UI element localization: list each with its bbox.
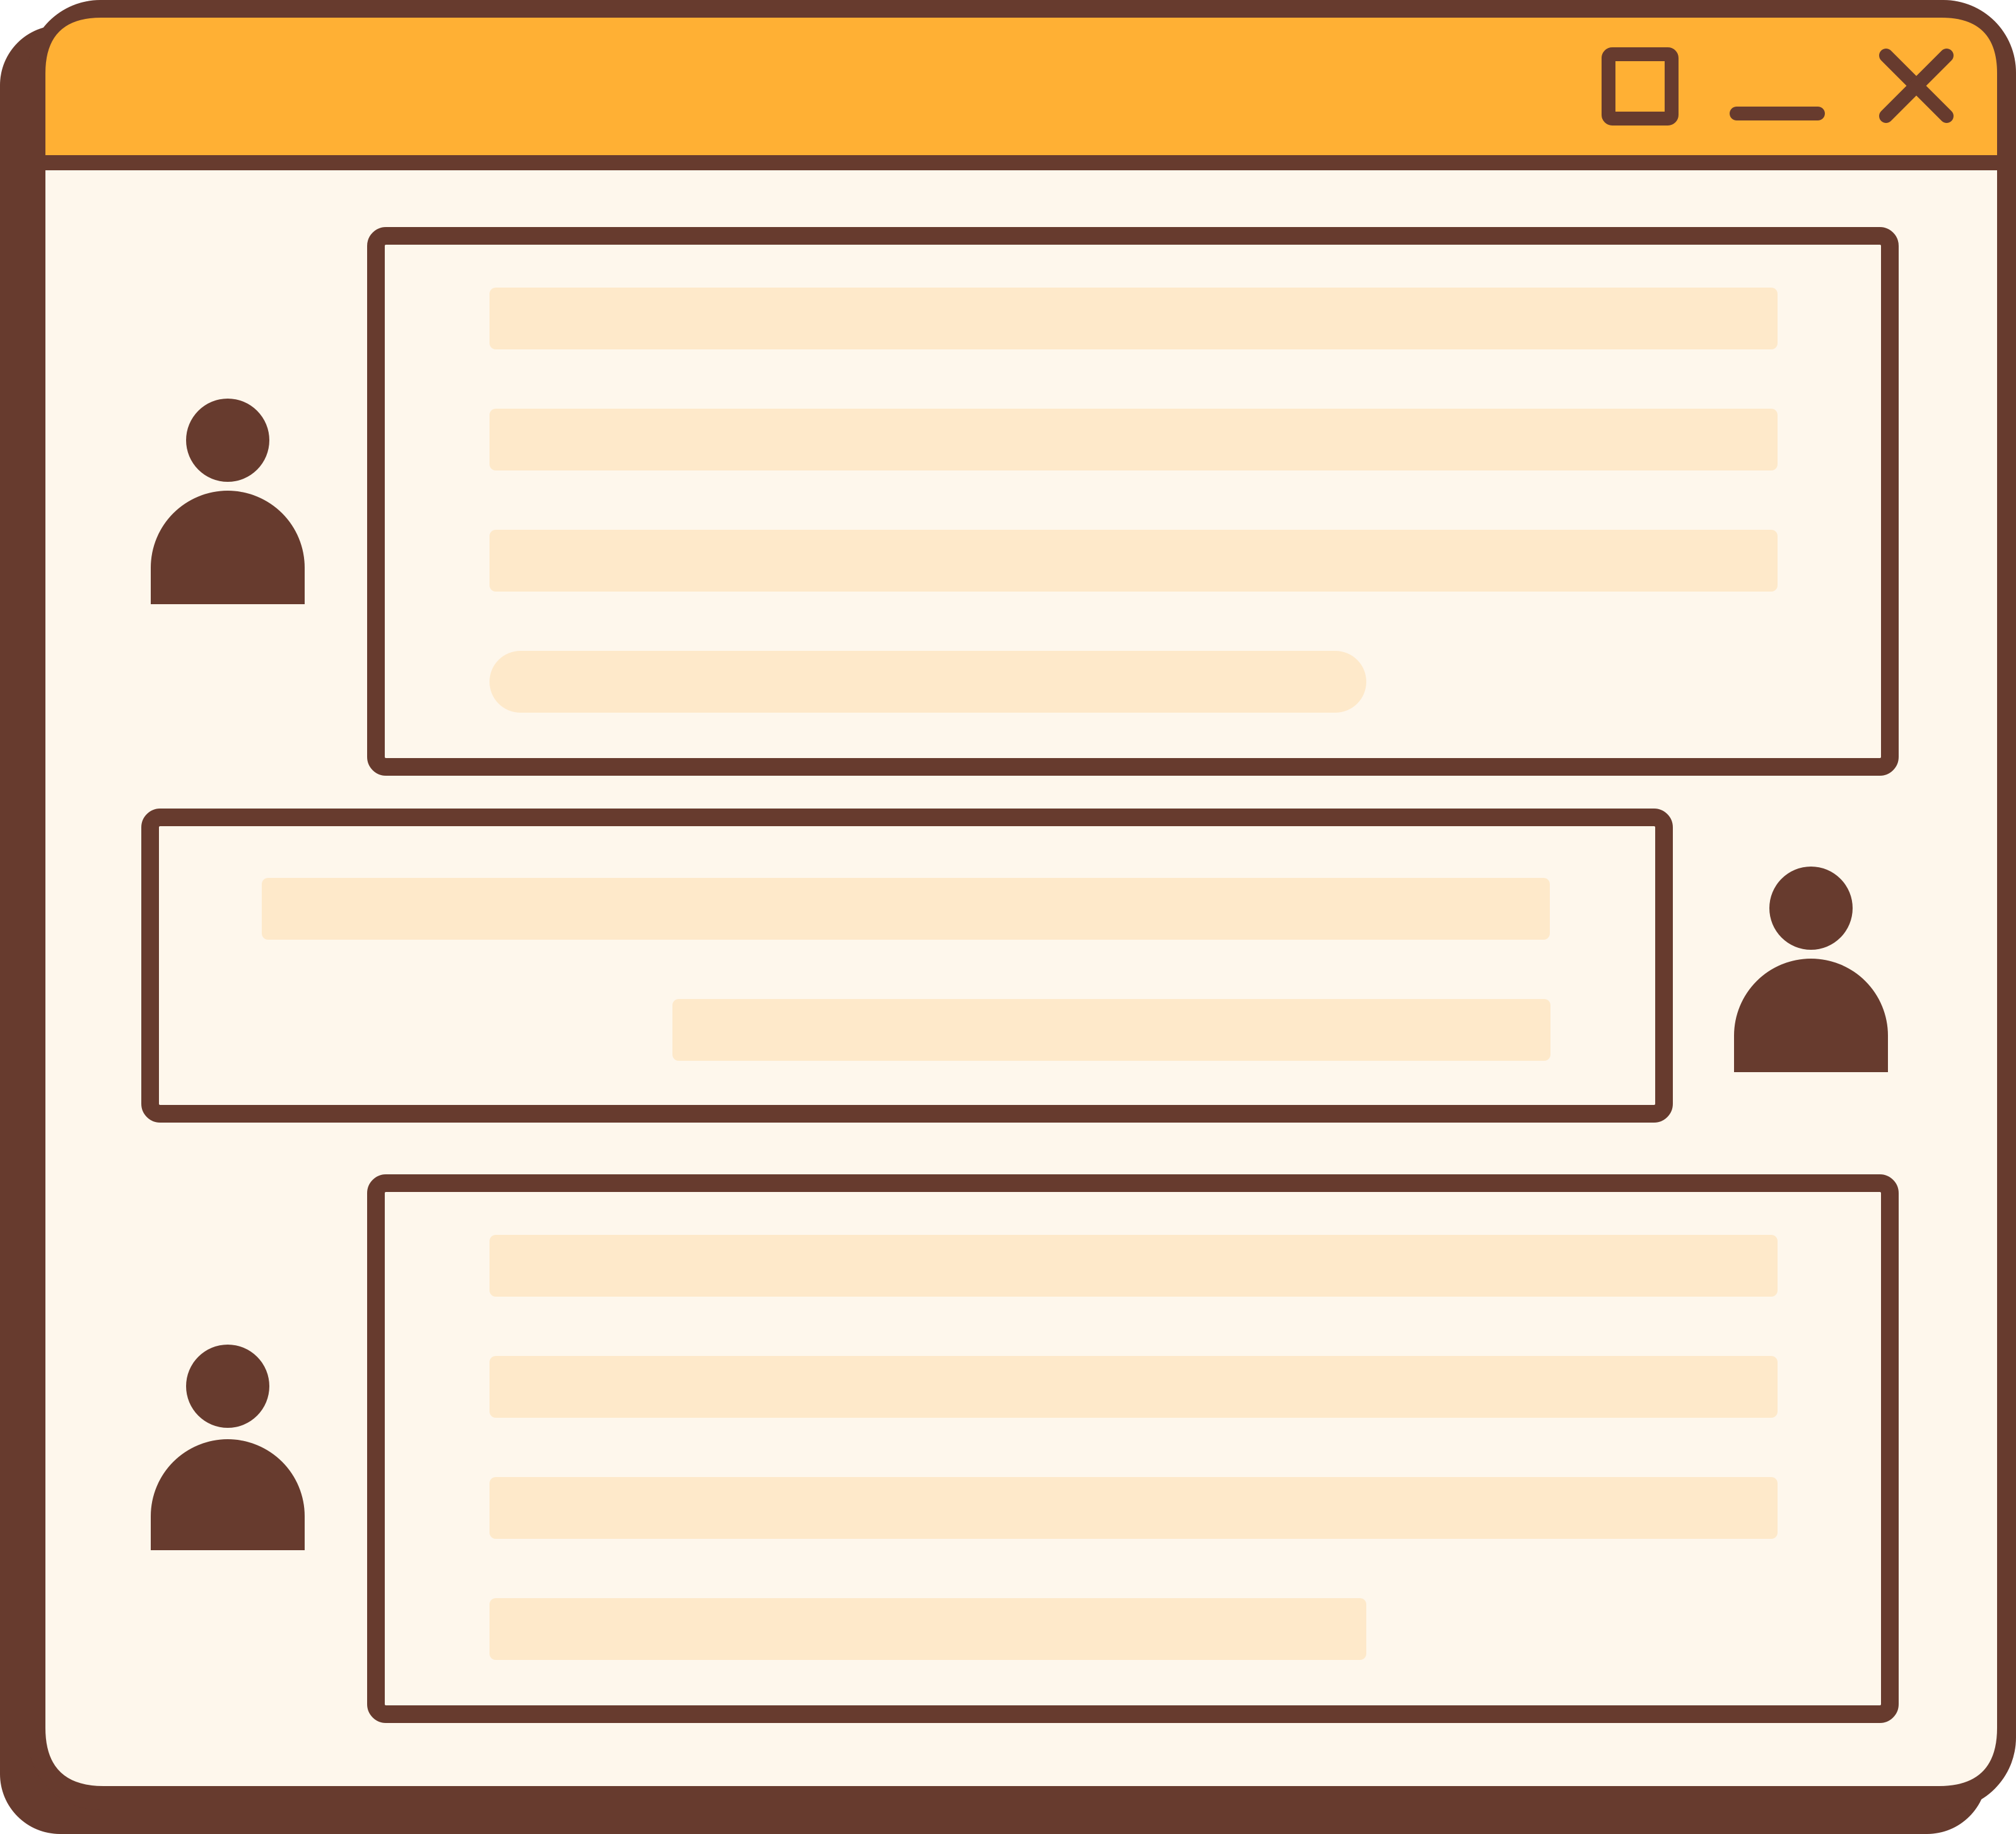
message-row	[151, 1174, 1899, 1723]
title-bar	[45, 18, 1997, 155]
text-line-placeholder	[672, 999, 1550, 1061]
message-bubble[interactable]	[367, 227, 1899, 776]
text-line-placeholder	[489, 1598, 1366, 1660]
text-line-placeholder	[489, 1356, 1778, 1418]
message-bubble-outline	[141, 809, 1673, 1123]
message-row	[141, 809, 1888, 1123]
message-bubble[interactable]	[367, 1174, 1899, 1723]
message-bubble[interactable]	[141, 809, 1673, 1123]
text-line-placeholder	[489, 530, 1778, 592]
text-line-placeholder	[489, 1235, 1778, 1297]
text-line-placeholder	[489, 1477, 1778, 1539]
text-line-placeholder	[489, 651, 1366, 713]
text-line-placeholder	[489, 288, 1778, 349]
chat-window-illustration	[0, 0, 2016, 1834]
text-line-placeholder	[262, 878, 1550, 940]
message-row	[151, 227, 1899, 776]
text-line-placeholder	[489, 409, 1778, 470]
